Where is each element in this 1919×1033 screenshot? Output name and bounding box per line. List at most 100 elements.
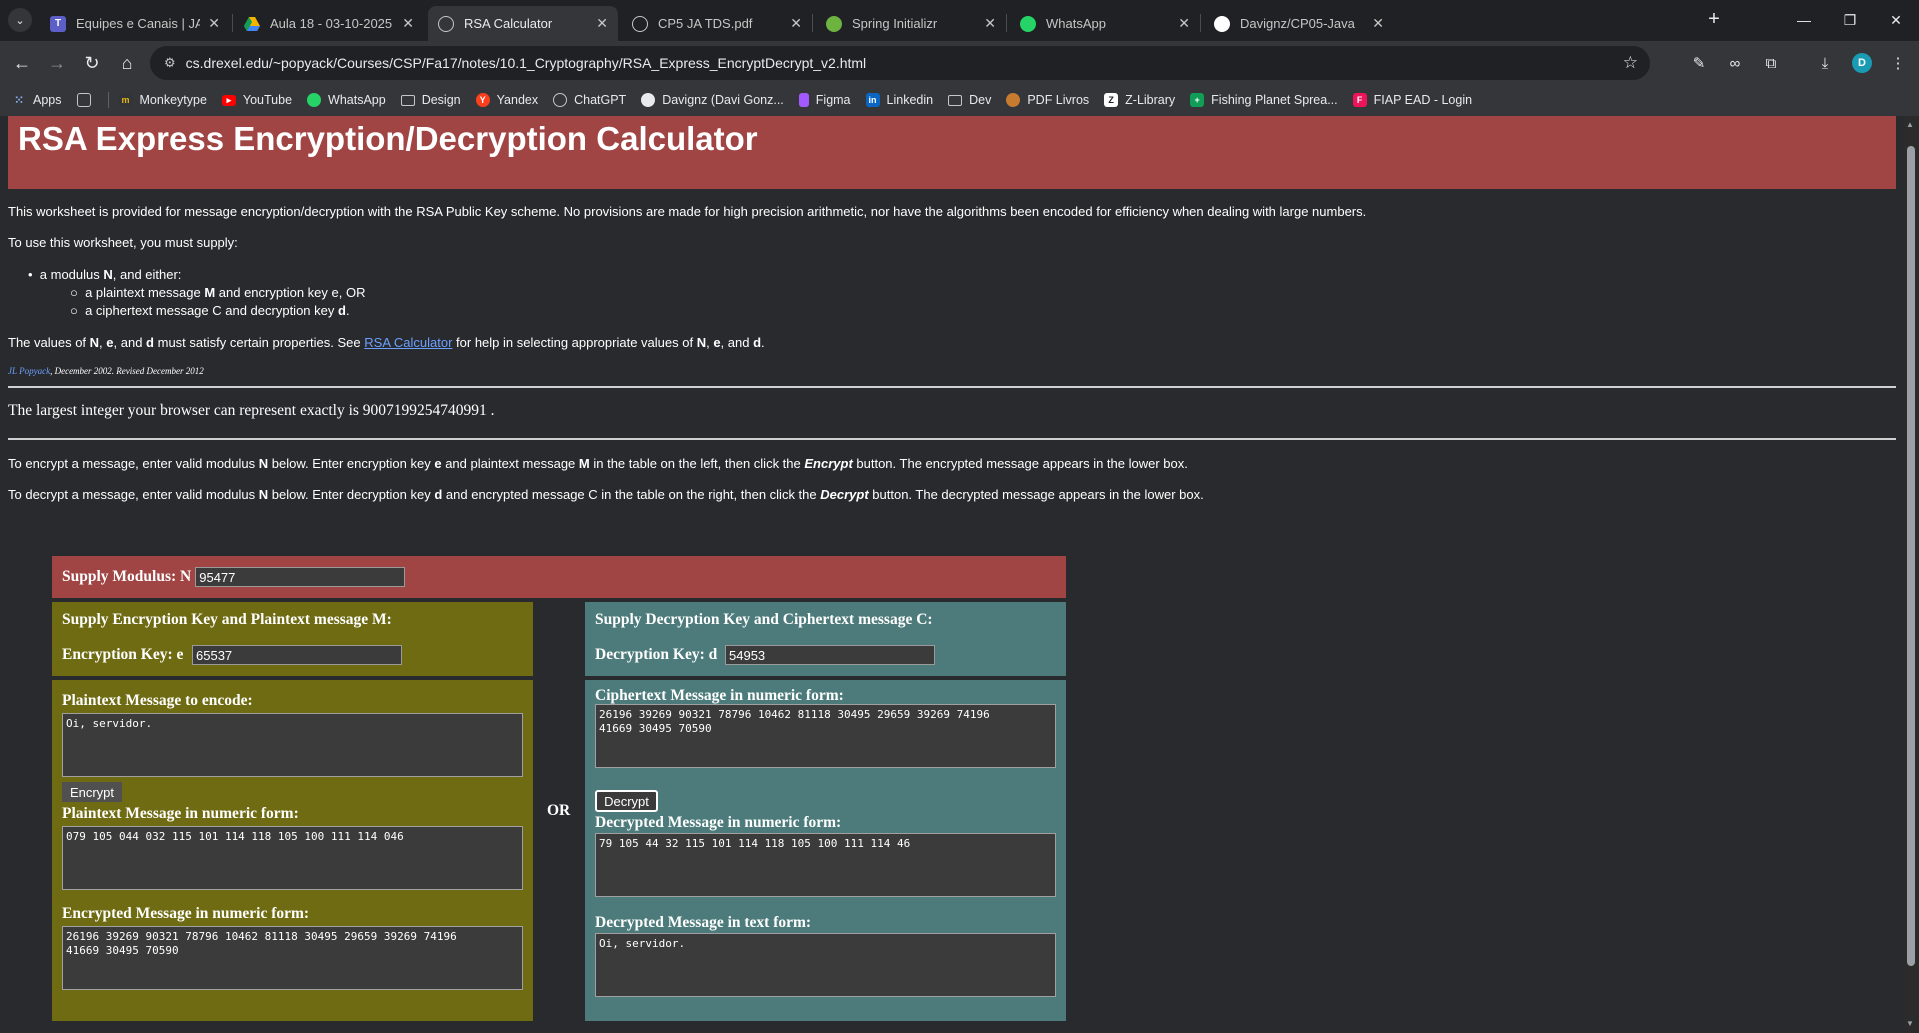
bookmark-chatgpt[interactable]: ChatGPT — [553, 93, 626, 107]
decrypt-instructions: To decrypt a message, enter valid modulu… — [8, 487, 1204, 502]
divider — [8, 438, 1896, 440]
minimize-icon: — — [1797, 12, 1811, 28]
tab-github[interactable]: Davignz/CP05-Java ✕ — [1204, 6, 1394, 41]
bookmark-pdf-livros[interactable]: PDF Livros — [1006, 93, 1089, 107]
linkedin-icon: in — [865, 93, 880, 107]
zlibrary-icon: Z — [1104, 93, 1119, 107]
bookmark-yandex[interactable]: Y Yandex — [475, 93, 538, 107]
tab-strip: ⌄ T Equipes e Canais | JAVA ADVAN ✕ Aula… — [0, 0, 1919, 41]
extension-glasses-icon[interactable]: ∞ — [1722, 50, 1748, 76]
page-scrollbar[interactable]: ▲ ▼ — [1903, 116, 1919, 1033]
back-button[interactable]: ← — [7, 48, 37, 78]
modulus-input[interactable] — [195, 567, 406, 587]
tab-teams[interactable]: T Equipes e Canais | JAVA ADVAN ✕ — [40, 6, 230, 41]
plaintext-textarea[interactable]: Oi, servidor. — [62, 713, 523, 777]
decrypt-heading: Supply Decryption Key and Ciphertext mes… — [595, 611, 933, 628]
scrollbar-thumb[interactable] — [1907, 146, 1915, 966]
ciphertext-label: Ciphertext Message in numeric form: — [595, 687, 844, 704]
tab-rsa-calculator[interactable]: RSA Calculator ✕ — [428, 6, 618, 41]
apps-grid-icon: ⁙ — [13, 93, 25, 107]
bookmark-zlibrary[interactable]: Z Z-Library — [1104, 93, 1175, 107]
encrypt-heading: Supply Encryption Key and Plaintext mess… — [62, 611, 392, 628]
close-icon[interactable]: ✕ — [1178, 15, 1190, 32]
close-icon: ✕ — [1890, 11, 1902, 28]
new-tab-button[interactable]: + — [1700, 8, 1728, 31]
bookmark-monkeytype[interactable]: m Monkeytype — [118, 93, 207, 107]
reload-button[interactable]: ↻ — [77, 48, 107, 78]
decrypted-numeric-textarea[interactable]: 79 105 44 32 115 101 114 118 105 100 111… — [595, 833, 1056, 897]
encryption-key-input[interactable] — [192, 645, 402, 665]
tab-drive[interactable]: Aula 18 - 03-10-2025 - R - CP5 ✕ — [234, 6, 424, 41]
url-text[interactable]: cs.drexel.edu/~popyack/Courses/CSP/Fa17/… — [186, 55, 867, 71]
decrypted-text-textarea[interactable]: Oi, servidor. — [595, 933, 1056, 997]
bullet-plaintext-option: ○ a plaintext message M and encryption k… — [70, 285, 366, 300]
download-icon[interactable]: ⤓ — [1812, 50, 1838, 76]
monkeytype-icon: m — [118, 93, 133, 107]
bookmark-fiap[interactable]: F FIAP EAD - Login — [1352, 93, 1472, 107]
chevron-down-icon: ⌄ — [15, 14, 25, 27]
decryption-key-panel: Supply Decryption Key and Ciphertext mes… — [585, 602, 1066, 676]
encrypt-button[interactable]: Encrypt — [62, 782, 122, 802]
values-paragraph: The values of N, e, and d must satisfy c… — [8, 335, 765, 350]
page-title: RSA Express Encryption/Decryption Calcul… — [18, 120, 758, 157]
bookmark-folder-design[interactable]: Design — [400, 93, 461, 107]
encrypted-numeric-textarea[interactable]: 26196 39269 90321 78796 10462 81118 3049… — [62, 926, 523, 990]
profile-avatar[interactable]: D — [1852, 53, 1872, 73]
home-icon: ⌂ — [121, 52, 133, 73]
bookmark-folder-dev[interactable]: Dev — [948, 93, 991, 107]
github-icon — [1214, 15, 1230, 32]
plaintext-numeric-textarea[interactable]: 079 105 044 032 115 101 114 118 105 100 … — [62, 826, 523, 890]
modulus-label: Supply Modulus: N — [62, 568, 192, 585]
eyedropper-icon[interactable]: ✎ — [1686, 50, 1712, 76]
encryption-key-panel: Supply Encryption Key and Plaintext mess… — [52, 602, 533, 676]
bookmark-youtube[interactable]: ▸ YouTube — [221, 93, 292, 107]
site-info-icon[interactable]: ⚙ — [164, 55, 176, 71]
plaintext-numeric-label: Plaintext Message in numeric form: — [62, 805, 299, 822]
sheets-icon: + — [1190, 93, 1205, 107]
close-icon[interactable]: ✕ — [790, 15, 802, 32]
restore-button[interactable]: ❐ — [1827, 4, 1873, 36]
address-bar[interactable]: ⚙ cs.drexel.edu/~popyack/Courses/CSP/Fa1… — [150, 46, 1650, 80]
bookmark-star-icon[interactable]: ☆ — [1623, 53, 1638, 73]
globe-icon — [632, 15, 648, 32]
forward-button[interactable]: → — [42, 48, 72, 78]
bookmark-whatsapp[interactable]: WhatsApp — [307, 93, 386, 107]
close-icon[interactable]: ✕ — [596, 15, 608, 32]
extensions-puzzle-icon[interactable]: ⧉ — [1758, 50, 1784, 76]
window-close-button[interactable]: ✕ — [1873, 4, 1919, 36]
browser-toolbar: ← → ↻ ⌂ ⚙ cs.drexel.edu/~popyack/Courses… — [0, 41, 1919, 84]
scroll-down-icon[interactable]: ▼ — [1906, 1019, 1914, 1028]
or-label: OR — [547, 802, 571, 819]
close-icon[interactable]: ✕ — [402, 15, 414, 32]
fiap-icon: F — [1352, 93, 1367, 107]
tab-spring-initializr[interactable]: Spring Initializr ✕ — [816, 6, 1006, 41]
close-icon[interactable]: ✕ — [208, 15, 220, 32]
arrow-right-icon: → — [48, 52, 66, 73]
rsa-calculator-link[interactable]: RSA Calculator — [364, 335, 452, 350]
minimize-button[interactable]: — — [1781, 4, 1827, 36]
tab-pdf[interactable]: CP5 JA TDS.pdf ✕ — [622, 6, 812, 41]
tab-whatsapp[interactable]: WhatsApp ✕ — [1010, 6, 1200, 41]
web-page: RSA Express Encryption/Decryption Calcul… — [0, 116, 1903, 1033]
spring-icon — [826, 15, 842, 32]
decrypt-button[interactable]: Decrypt — [595, 790, 658, 812]
bookmark-github[interactable]: Davignz (Davi Gonz... — [641, 93, 784, 107]
decryption-key-input[interactable] — [725, 645, 935, 665]
close-icon[interactable]: ✕ — [984, 15, 996, 32]
ciphertext-textarea[interactable]: 26196 39269 90321 78796 10462 81118 3049… — [595, 704, 1056, 768]
scroll-up-icon[interactable]: ▲ — [1906, 120, 1914, 129]
close-icon[interactable]: ✕ — [1372, 15, 1384, 32]
home-button[interactable]: ⌂ — [112, 48, 142, 78]
folder-icon — [400, 94, 415, 106]
page-banner: RSA Express Encryption/Decryption Calcul… — [8, 116, 1896, 189]
tab-search-button[interactable]: ⌄ — [8, 8, 32, 32]
largest-integer-line: The largest integer your browser can rep… — [8, 402, 495, 419]
author-link[interactable]: JL Popyack — [8, 366, 50, 376]
bookmark-linkedin[interactable]: in Linkedin — [865, 93, 933, 107]
bookmark-apps[interactable]: ⁙ Apps — [12, 93, 62, 107]
bookmark-tab-groups[interactable] — [76, 93, 98, 107]
bookmark-fishing-planet[interactable]: + Fishing Planet Sprea... — [1190, 93, 1338, 107]
whatsapp-icon — [307, 93, 322, 107]
bookmark-figma[interactable]: Figma — [798, 93, 851, 107]
menu-kebab-icon[interactable]: ⋮ — [1885, 50, 1911, 76]
